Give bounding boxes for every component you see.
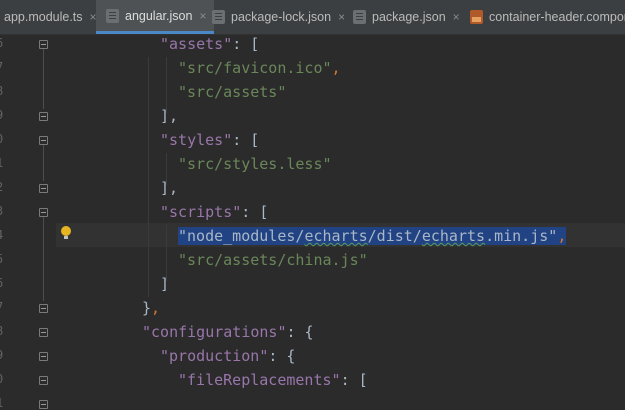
code-line: "styles": [ [160, 131, 260, 149]
editor-gutter: 6 7 8 9 0 1 2 3 4 5 6 7 8 9 0 1 [0, 35, 56, 410]
code-line: }, [142, 299, 161, 317]
line-number: 8 [0, 84, 6, 98]
fold-connector [43, 47, 44, 109]
code-line: "configurations": { [142, 323, 314, 341]
selected-code-line: "node_modules/echarts/dist/echarts.min.j… [178, 227, 567, 245]
html-file-icon [470, 10, 483, 24]
fold-marker[interactable] [39, 208, 48, 217]
fold-marker[interactable] [39, 304, 48, 313]
code-line: "assets": [ [160, 35, 260, 53]
line-number: 9 [0, 348, 6, 362]
fold-marker[interactable] [39, 184, 48, 193]
line-number: 0 [0, 132, 6, 146]
tab-angular-json[interactable]: angular.json × [96, 0, 215, 34]
line-number: 3 [0, 204, 6, 218]
code-line: "src/assets/china.js" [178, 251, 368, 269]
line-number: 5 [0, 252, 6, 266]
line-number: 7 [0, 300, 6, 314]
code-line: "production": { [160, 347, 296, 365]
fold-marker[interactable] [39, 328, 48, 337]
line-number: 8 [0, 324, 6, 338]
line-number: 6 [0, 276, 6, 290]
code-line: ] [160, 275, 170, 293]
tab-package-lock-json[interactable]: package-lock.json × [212, 0, 345, 34]
line-number: 9 [0, 108, 6, 122]
tab-label: package.json [372, 10, 446, 24]
line-number: 1 [0, 396, 6, 410]
tab-app-module-ts[interactable]: app.module.ts × [4, 0, 97, 34]
code-line: "src/assets" [178, 83, 287, 101]
fold-marker[interactable] [39, 40, 48, 49]
code-line: "src/styles.less" [178, 155, 332, 173]
tab-label: app.module.ts [4, 10, 83, 24]
line-number: 2 [0, 180, 6, 194]
line-number: 6 [0, 36, 6, 50]
lightbulb-icon[interactable] [61, 226, 71, 239]
close-icon[interactable]: × [453, 10, 460, 24]
json-file-icon [106, 8, 119, 23]
code-line: ], [160, 179, 179, 197]
fold-marker[interactable] [39, 400, 48, 409]
code-line: "src/favicon.ico", [178, 59, 341, 77]
fold-marker[interactable] [39, 112, 48, 121]
fold-marker[interactable] [39, 352, 48, 361]
json-file-icon [212, 10, 225, 24]
json-file-icon [353, 10, 366, 24]
tab-label: container-header.componen [489, 10, 625, 24]
line-number: 0 [0, 372, 6, 386]
indent-guide [148, 57, 149, 297]
code-line: "fileReplacements": [ [178, 371, 368, 389]
line-number: 1 [0, 156, 6, 170]
line-number: 4 [0, 228, 6, 242]
fold-connector [43, 143, 44, 181]
fold-connector [43, 215, 44, 301]
code-line: "scripts": [ [160, 203, 269, 221]
close-icon[interactable]: × [338, 10, 345, 24]
tab-container-header-component[interactable]: container-header.componen [470, 0, 625, 34]
fold-marker[interactable] [39, 376, 48, 385]
editor-tab-bar: app.module.ts × angular.json × package-l… [0, 0, 625, 35]
tab-package-json[interactable]: package.json × [353, 0, 460, 34]
close-icon[interactable]: × [199, 9, 206, 23]
line-number: 7 [0, 60, 6, 74]
fold-marker[interactable] [39, 136, 48, 145]
tab-label: angular.json [125, 8, 193, 23]
code-line: ], [160, 107, 179, 125]
tab-label: package-lock.json [231, 10, 332, 24]
